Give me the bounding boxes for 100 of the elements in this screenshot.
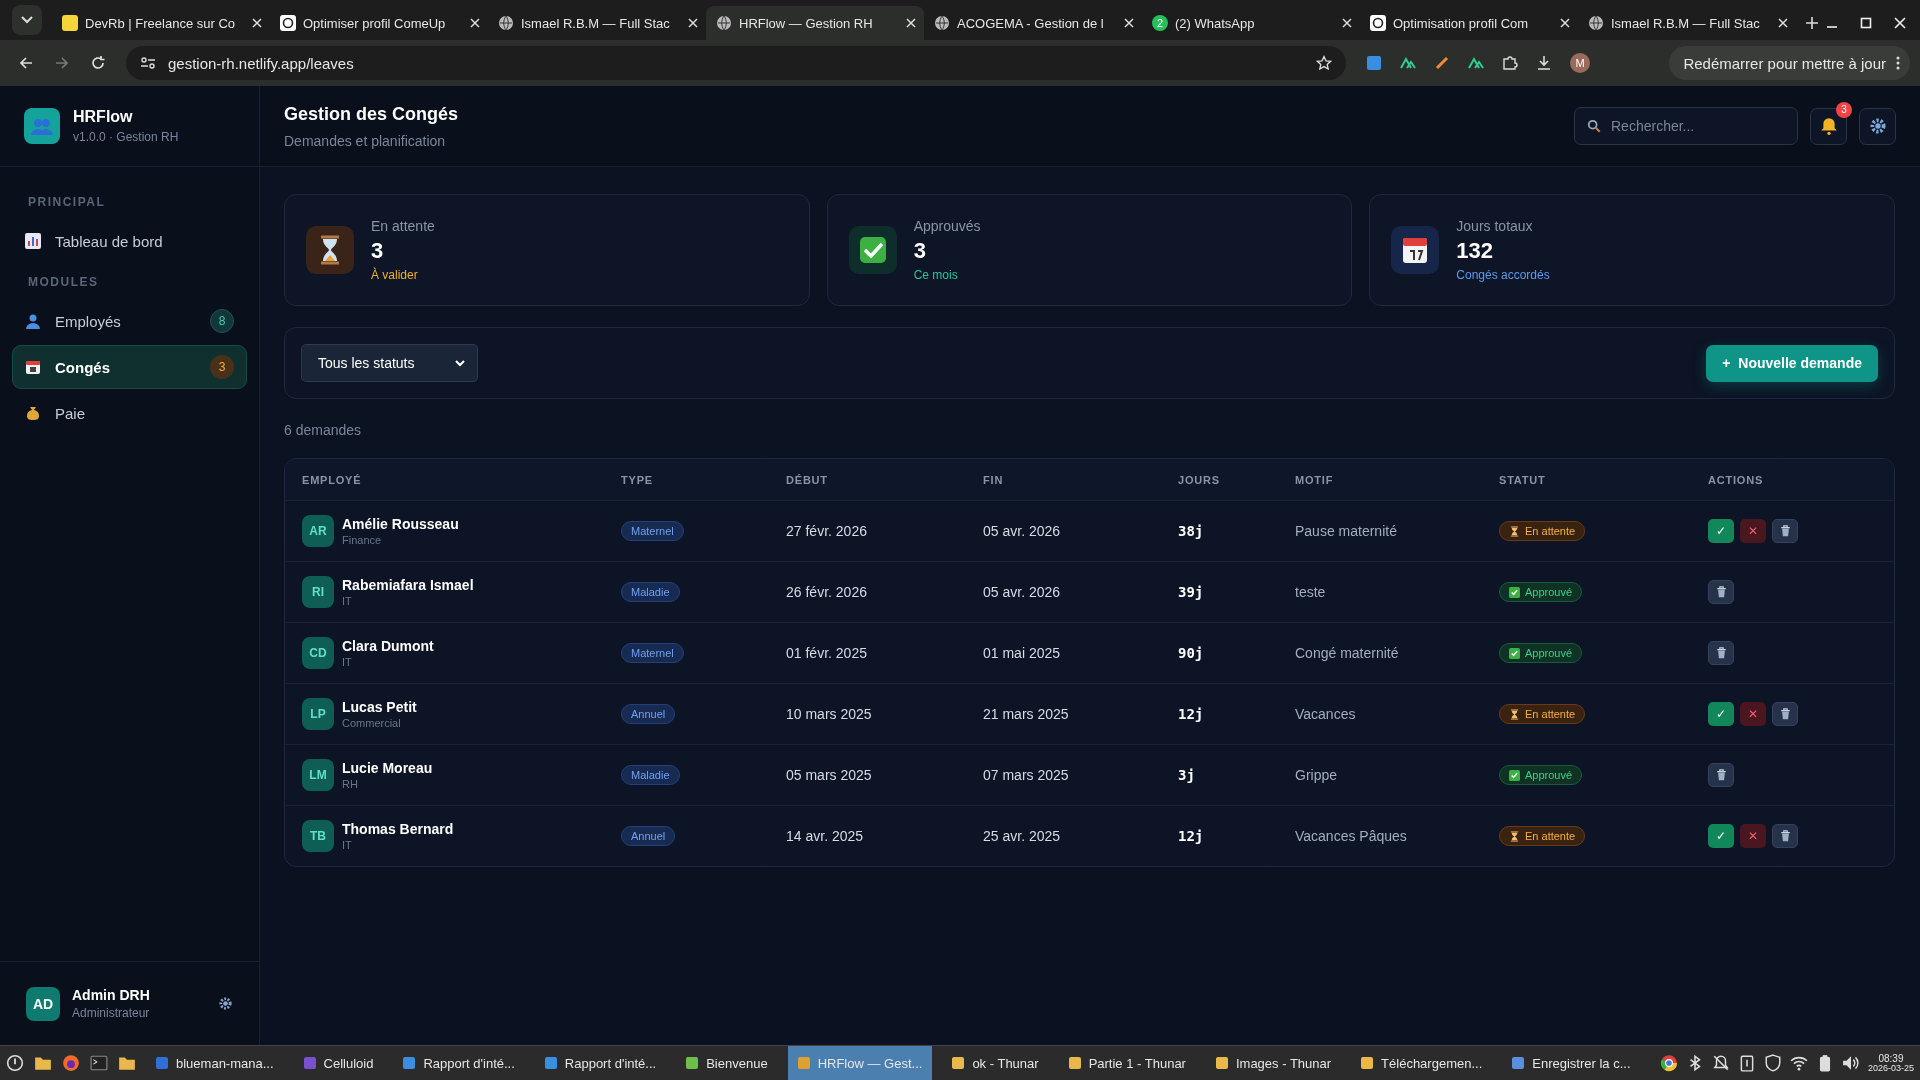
browser-icon[interactable] [1659,1054,1678,1072]
pen-icon[interactable] [1434,55,1450,71]
taskbar-window[interactable]: Enregistrer la c... [1502,1046,1641,1080]
table-cell-text: 05 avr. 2026 [983,523,1062,539]
shield-icon[interactable] [1763,1054,1782,1072]
mountain-icon[interactable] [1468,55,1484,71]
trash-icon [1779,830,1791,842]
close-icon[interactable] [688,18,698,28]
close-icon[interactable] [1778,18,1788,28]
delete-button[interactable] [1772,519,1798,543]
nav-item[interactable]: Paie [12,391,247,435]
page-subtitle: Demandes et planification [284,132,447,149]
status-dropdown[interactable]: Tous les statuts [301,344,478,382]
download-icon[interactable] [1536,55,1552,71]
reload-icon[interactable] [90,55,106,71]
column-header: JOURS [1178,473,1221,486]
nav-item[interactable]: Tableau de bord [12,219,247,263]
maximize-icon[interactable] [1860,17,1872,29]
search-field[interactable]: Rechercher... [1574,107,1798,145]
tab-title: (2) WhatsApp [1175,15,1256,31]
reject-button[interactable]: ✕ [1740,519,1766,543]
close-icon[interactable] [1124,18,1134,28]
taskbar-window[interactable]: Celluloid [293,1046,384,1080]
profile-avatar[interactable]: M [1570,53,1590,73]
table-cell-text: Vacances [1295,706,1357,722]
browser-tab[interactable]: DevRb | Freelance sur Co [52,6,270,40]
speaker-icon[interactable] [1841,1054,1860,1072]
reject-button[interactable]: ✕ [1740,702,1766,726]
delete-button[interactable] [1772,702,1798,726]
terminal-icon[interactable] [90,1054,108,1072]
taskbar-window[interactable]: Bienvenue [676,1046,778,1080]
delete-button[interactable] [1708,580,1734,604]
delete-button[interactable] [1708,641,1734,665]
folder-icon[interactable] [34,1054,52,1072]
table-cell-text: 21 mars 2025 [983,706,1070,722]
star-icon[interactable] [1316,55,1332,71]
folder-icon[interactable] [118,1054,136,1072]
type-tag: Maladie [621,765,680,785]
power-icon[interactable] [6,1054,24,1072]
stat-note: Ce mois [913,268,959,282]
settings-button[interactable] [1859,107,1896,145]
close-icon[interactable] [470,18,480,28]
request-count: 6 demandes [284,422,363,438]
type-tag: Annuel [621,826,676,846]
table-cell-text: 07 mars 2025 [983,767,1070,783]
type-tag: Maternel [621,643,684,663]
restart-button[interactable]: Redémarrer pour mettre à jour [1669,46,1910,80]
type-tag: Maternel [621,521,684,541]
clock-time: 08:39 [1878,1052,1904,1064]
taskbar-window[interactable]: Partie 1 - Thunar [1058,1046,1196,1080]
browser-tab[interactable]: Ismael R.B.M — Full Stac [488,6,706,40]
bell-off-icon[interactable] [1711,1054,1730,1072]
browser-tab[interactable]: HRFlow — Gestion RH [706,6,924,40]
table-cell-text: 39j [1178,584,1205,600]
employee-avatar: RI [302,576,334,608]
table-cell-text: 05 mars 2025 [786,767,873,783]
new-request-button[interactable]: + Nouvelle demande [1706,344,1878,382]
approve-button[interactable]: ✓ [1708,824,1734,848]
mountain-icon[interactable] [1400,55,1416,71]
browser-tab[interactable]: ACOGEMA - Gestion de l [924,6,1142,40]
forward-icon[interactable] [54,55,70,71]
chevron-icon [21,16,33,24]
extension-icon[interactable] [1366,55,1382,71]
tab-title: Optimiser profil ComeUp [303,15,447,31]
site-settings-icon[interactable] [140,55,156,71]
back-icon[interactable] [18,55,34,71]
settings-icon[interactable] [218,996,233,1011]
taskbar-window[interactable]: Images - Thunar [1205,1046,1342,1080]
taskbar-window[interactable]: ok - Thunar [942,1046,1049,1080]
employee-avatar: LM [302,759,334,791]
nav-item[interactable]: Congés 3 [12,345,247,389]
close-icon[interactable] [1342,18,1352,28]
address-bar[interactable]: gestion-rh.netlify.app/leaves [126,46,1346,80]
puzzle-icon[interactable] [1502,55,1518,71]
close-icon[interactable] [1560,18,1570,28]
trash-icon [1779,708,1791,720]
taskbar-window[interactable]: Téléchargemen... [1351,1046,1493,1080]
reject-button[interactable]: ✕ [1740,824,1766,848]
delete-button[interactable] [1772,824,1798,848]
new-tab-icon[interactable] [1806,17,1818,29]
browser-tab[interactable]: Ismael R.B.M — Full Stac [1578,6,1796,40]
close-icon[interactable] [906,18,916,28]
browser-tab[interactable]: Optimiser profil ComeUp [270,6,488,40]
delete-button[interactable] [1708,763,1734,787]
taskbar-window[interactable]: Rapport d'inté... [393,1046,525,1080]
approve-button[interactable]: ✓ [1708,519,1734,543]
user-role: Administrateur [72,1006,151,1020]
taskbar-window[interactable]: blueman-mana... [146,1046,284,1080]
nav-item[interactable]: Employés 8 [12,299,247,343]
taskbar-window[interactable]: Rapport d'inté... [534,1046,667,1080]
notifications-button[interactable] [1810,107,1847,145]
tab-list-button[interactable] [12,5,42,35]
browser-tab[interactable]: 2 (2) WhatsApp [1142,6,1360,40]
close-icon[interactable] [252,18,262,28]
close-icon[interactable] [1894,17,1906,29]
browser-tab[interactable]: Optimisation profil Com [1360,6,1578,40]
wifi-icon[interactable] [1789,1054,1808,1072]
approve-button[interactable]: ✓ [1708,702,1734,726]
table-cell-text: teste [1295,584,1327,600]
chevron-icon [455,359,465,367]
